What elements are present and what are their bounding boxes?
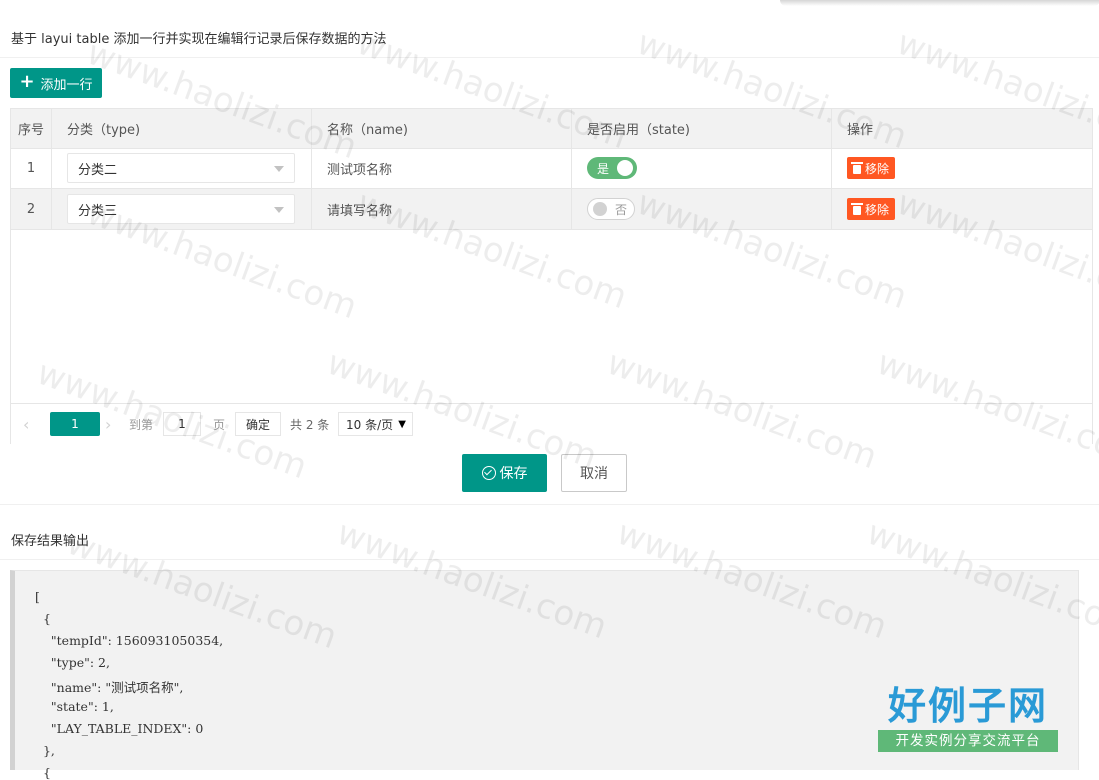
action-cell: 移除 [832,148,1092,188]
remove-label: 移除 [865,202,890,217]
goto-label: 到第 [129,417,154,432]
table-row: 2 分类三 请填写名称 否 移除 [11,189,1092,230]
caret-down-icon [274,207,284,213]
state-switch[interactable]: 否 [587,198,635,220]
type-cell: 分类三 [52,189,312,229]
col-index: 序号 [11,109,52,148]
caret-down-icon [274,166,284,172]
code-line: [ [35,589,40,604]
page-unit-label: 页 [213,417,226,432]
trash-icon [851,161,863,174]
total-count: 共 2 条 [290,417,330,432]
output-title: 保存结果输出 [11,534,90,549]
goto-page-input[interactable]: 1 [163,412,201,436]
row-index: 2 [11,189,52,229]
code-line: "type": 2, [35,655,110,670]
code-line: "name": "测试项名称", [35,680,184,695]
page-size-select[interactable]: 10 条/页 ▼ [338,412,413,436]
type-cell: 分类二 [52,148,312,188]
switch-label: 是 [597,161,610,176]
section-divider [0,504,1099,505]
code-line: { [35,611,51,626]
logo-subtitle: 开发实例分享交流平台 [878,730,1058,752]
name-cell[interactable]: 测试项名称 [312,148,572,188]
output-divider [0,559,1099,560]
col-type: 分类（type) [52,109,312,148]
title-divider [0,57,1099,58]
current-page[interactable]: 1 [50,412,100,436]
table-row: 1 分类二 测试项名称 是 移除 [11,148,1092,189]
row-index: 1 [11,148,52,188]
prev-page-icon[interactable]: ‹ [23,412,29,436]
code-line: "state": 1, [35,699,114,714]
col-state: 是否启用（state) [572,109,832,148]
code-line: "tempId": 1560931050354, [35,633,224,648]
goto-confirm-button[interactable]: 确定 [235,412,281,436]
name-cell[interactable]: 请填写名称 [312,189,572,229]
action-cell: 移除 [832,189,1092,229]
dropdown-arrow-icon: ▼ [398,418,406,430]
next-page-icon[interactable]: › [105,412,111,436]
data-table: 序号 分类（type) 名称（name) 是否启用（state) 操作 1 分类… [10,108,1093,444]
remove-label: 移除 [865,161,890,176]
code-line: "LAY_TABLE_INDEX": 0 [35,721,204,736]
col-name: 名称（name) [312,109,572,148]
remove-button[interactable]: 移除 [847,157,896,179]
col-action: 操作 [847,123,874,138]
switch-knob [617,160,633,176]
code-line: }, [35,743,55,758]
page-size-value: 10 条/页 [346,417,394,432]
switch-knob [593,202,607,216]
type-select-value: 分类三 [78,203,118,219]
plus-icon: + [19,71,35,92]
save-label: 保存 [499,466,528,482]
save-button[interactable]: 保存 [462,454,547,492]
add-row-button[interactable]: + 添加一行 [10,68,102,98]
pagination: ‹ 1 › 到第 1 页 确定 共 2 条 10 条/页 ▼ [11,403,1092,444]
logo-title: 好例子网 [887,684,1048,728]
cancel-button[interactable]: 取消 [561,454,627,492]
table-header: 序号 分类（type) 名称（name) 是否启用（state) 操作 [11,109,1092,149]
remove-button[interactable]: 移除 [847,198,896,220]
type-select[interactable]: 分类三 [67,194,295,224]
type-select-value: 分类二 [78,162,118,178]
state-cell: 是 [572,148,832,188]
site-logo: 好例子网 开发实例分享交流平台 [876,684,1060,760]
state-cell: 否 [572,189,832,229]
switch-label: 否 [614,202,627,217]
add-row-label: 添加一行 [40,77,93,93]
page-title: 基于 layui table 添加一行并实现在编辑行记录后保存数据的方法 [11,32,387,47]
window-shadow [780,0,1099,6]
trash-icon [851,202,863,215]
code-line: { [35,765,51,780]
state-switch[interactable]: 是 [587,157,637,179]
check-circle-icon [481,466,496,480]
type-select[interactable]: 分类二 [67,153,295,183]
